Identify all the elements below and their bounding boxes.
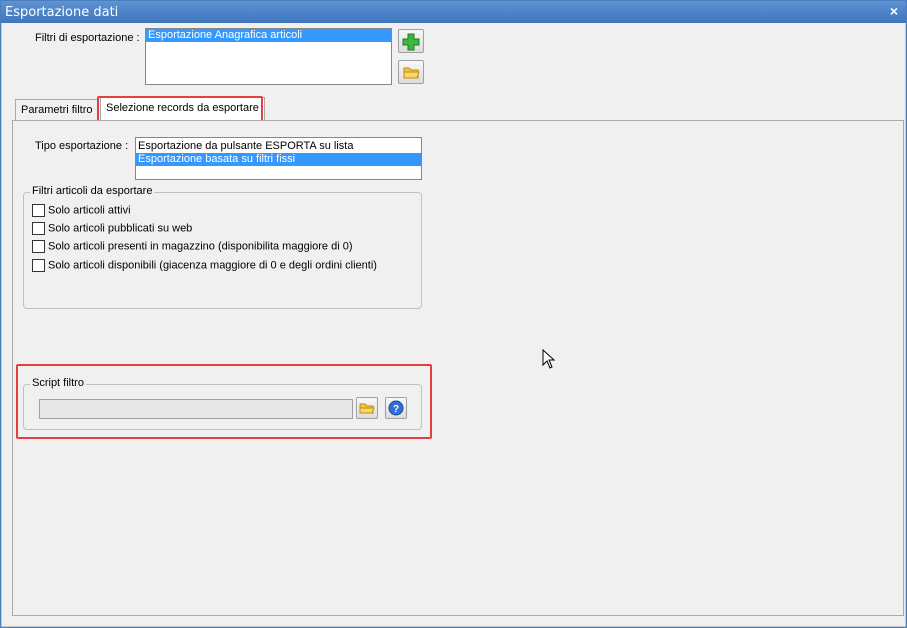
- filtri-articoli-legend: Filtri articoli da esportare: [30, 185, 155, 197]
- open-filter-button[interactable]: [398, 60, 424, 84]
- script-open-button[interactable]: [356, 397, 378, 419]
- checkbox-box[interactable]: [32, 259, 45, 272]
- checkbox-disponibili[interactable]: Solo articoli disponibili (giacenza magg…: [32, 259, 377, 275]
- checkbox-box[interactable]: [32, 240, 45, 253]
- checkbox-web[interactable]: Solo articoli pubblicati su web: [32, 222, 192, 238]
- svg-text:?: ?: [393, 404, 399, 415]
- filtri-list[interactable]: Esportazione Anagrafica articoli: [145, 28, 392, 85]
- tab-selezione-records[interactable]: Selezione records da esportare: [100, 97, 265, 121]
- checkbox-magazzino[interactable]: Solo articoli presenti in magazzino (dis…: [32, 240, 353, 256]
- checkbox-box[interactable]: [32, 222, 45, 235]
- checkbox-label: Solo articoli disponibili (giacenza magg…: [48, 259, 377, 272]
- tab-parametri-filtro[interactable]: Parametri filtro: [15, 99, 99, 121]
- script-path-field[interactable]: [39, 399, 353, 419]
- checkbox-label: Solo articoli attivi: [48, 204, 131, 217]
- checkbox-attivi[interactable]: Solo articoli attivi: [32, 204, 131, 220]
- help-icon: ?: [388, 400, 404, 416]
- folder-icon: [359, 403, 375, 414]
- filtri-articoli-group: Filtri articoli da esportare Solo artico…: [23, 185, 422, 309]
- checkbox-box[interactable]: [32, 204, 45, 217]
- folder-icon: [403, 67, 420, 79]
- script-filtro-group: Script filtro ?: [23, 377, 422, 430]
- script-help-button[interactable]: ?: [385, 397, 407, 419]
- close-icon[interactable]: ×: [886, 3, 902, 19]
- add-filter-button[interactable]: [398, 29, 424, 53]
- list-item[interactable]: Esportazione Anagrafica articoli: [146, 29, 391, 42]
- list-item[interactable]: Esportazione da pulsante ESPORTA su list…: [136, 140, 421, 153]
- plus-icon: [402, 33, 420, 51]
- checkbox-label: Solo articoli presenti in magazzino (dis…: [48, 240, 353, 253]
- filtri-label: Filtri di esportazione :: [35, 32, 140, 44]
- title-bar: Esportazione dati ×: [1, 1, 906, 23]
- list-item[interactable]: Esportazione basata su filtri fissi: [136, 153, 421, 166]
- tipo-label: Tipo esportazione :: [35, 140, 129, 152]
- mouse-cursor-icon: [542, 349, 556, 369]
- export-dialog: Esportazione dati × Filtri di esportazio…: [0, 0, 907, 628]
- tipo-list[interactable]: Esportazione da pulsante ESPORTA su list…: [135, 137, 422, 180]
- checkbox-label: Solo articoli pubblicati su web: [48, 222, 193, 235]
- window-title: Esportazione dati: [5, 5, 119, 20]
- script-filtro-legend: Script filtro: [30, 377, 86, 389]
